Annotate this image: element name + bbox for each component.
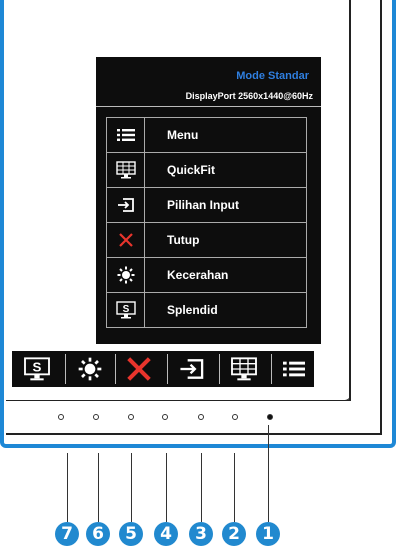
menu-item-label: Tutup (167, 233, 200, 247)
menu-item-close[interactable]: Tutup (106, 222, 307, 258)
osd-divider (96, 106, 321, 107)
callout-line (201, 453, 202, 522)
brightness-icon (107, 258, 145, 292)
key-brightness[interactable] (68, 354, 112, 384)
hardware-button-5[interactable] (128, 414, 134, 420)
osd-mode-title: Mode Standar (236, 70, 309, 82)
key-divider (219, 354, 220, 384)
callout-line (268, 425, 269, 522)
hardware-button-6[interactable] (93, 414, 99, 420)
svg-text:S: S (122, 304, 129, 315)
menu-item-label: QuickFit (167, 163, 216, 177)
menu-item-label: Menu (167, 128, 199, 142)
osd-menu-list: Menu QuickFit Pilihan Input Tutup Kecera… (106, 117, 307, 328)
menu-item-label: Splendid (167, 303, 218, 317)
key-close[interactable] (117, 354, 161, 384)
menu-item-quickfit[interactable]: QuickFit (106, 152, 307, 188)
menu-item-input[interactable]: Pilihan Input (106, 187, 307, 223)
callout-line (98, 453, 99, 522)
callout-line (131, 453, 132, 522)
osd-key-bar: S (12, 351, 314, 387)
key-divider (115, 354, 116, 384)
osd-menu: Mode Standar DisplayPort 2560x1440@60Hz … (96, 57, 321, 344)
screen-bottom-edge (6, 400, 351, 401)
quickfit-grid-icon (107, 153, 145, 187)
close-x-icon (127, 357, 151, 381)
svg-text:S: S (33, 360, 42, 375)
splendid-icon: S (107, 293, 145, 327)
hardware-button-7[interactable] (58, 414, 64, 420)
osd-signal-info: DisplayPort 2560x1440@60Hz (185, 91, 313, 101)
key-menu[interactable] (272, 354, 316, 384)
key-input[interactable] (170, 354, 214, 384)
input-select-icon (180, 359, 204, 379)
callout-line (67, 453, 68, 522)
button-number-badge: 3 (189, 522, 213, 546)
button-number-badge: 1 (256, 522, 280, 546)
splendid-icon: S (24, 357, 50, 381)
key-splendid[interactable]: S (15, 354, 59, 384)
hardware-button-2[interactable] (232, 414, 238, 420)
bezel-bottom-edge (6, 433, 382, 435)
bezel-edge (380, 0, 382, 435)
quickfit-grid-icon (231, 357, 257, 381)
key-divider (65, 354, 66, 384)
hardware-button-3[interactable] (198, 414, 204, 420)
callout-line (166, 453, 167, 522)
button-number-badge: 7 (55, 522, 79, 546)
menu-item-label: Pilihan Input (167, 198, 239, 212)
brightness-icon (78, 357, 102, 381)
menu-list-icon (107, 118, 145, 152)
key-quickfit[interactable] (222, 354, 266, 384)
key-divider (167, 354, 168, 384)
close-x-icon (107, 223, 145, 257)
button-number-badge: 5 (119, 522, 143, 546)
menu-list-icon (283, 361, 305, 377)
button-number-badge: 2 (222, 522, 246, 546)
callout-line (234, 453, 235, 522)
menu-item-splendid[interactable]: S Splendid (106, 292, 307, 328)
hardware-button-4[interactable] (162, 414, 168, 420)
input-select-icon (107, 188, 145, 222)
screen-edge (349, 0, 351, 400)
button-number-badge: 6 (86, 522, 110, 546)
power-button[interactable] (267, 414, 273, 420)
button-number-badge: 4 (154, 522, 178, 546)
menu-item-menu[interactable]: Menu (106, 117, 307, 153)
menu-item-brightness[interactable]: Kecerahan (106, 257, 307, 293)
menu-item-label: Kecerahan (167, 268, 229, 282)
